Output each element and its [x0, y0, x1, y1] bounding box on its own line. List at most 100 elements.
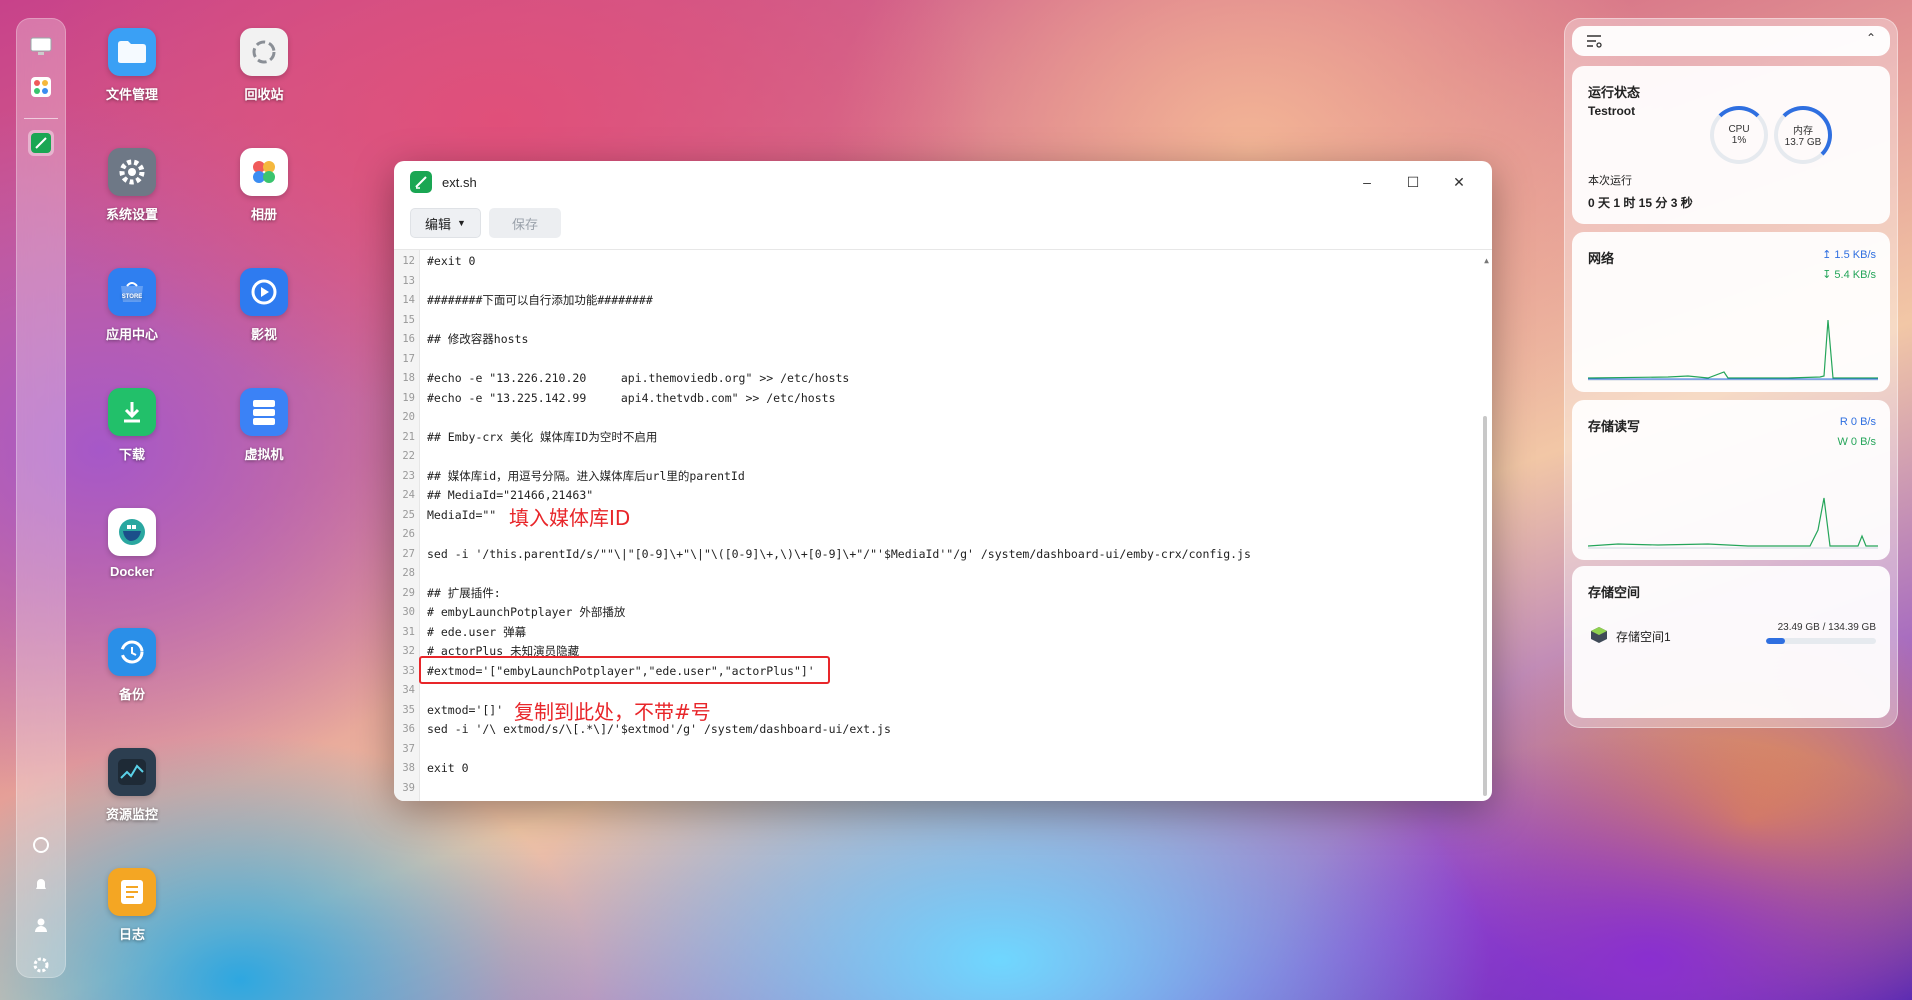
minimize-button[interactable]: –	[1344, 169, 1390, 195]
window-title: ext.sh	[442, 174, 477, 190]
annotation-media-id: 填入媒体库ID	[509, 506, 631, 530]
line-number: 23	[402, 469, 415, 482]
upload-speed: ↥ 1.5 KB/s	[1822, 249, 1876, 261]
desktop-icon-log[interactable]: 日志	[77, 868, 187, 943]
code-text: sed -i '/this.parentId/s/""\|"[0-9]\+"\|…	[427, 546, 1251, 561]
widget-settings-icon[interactable]	[1586, 34, 1602, 53]
code-text: #exit 0	[427, 254, 476, 268]
cpu-ring: CPU 1%	[1710, 106, 1768, 164]
desktop-icon-label: 系统设置	[105, 207, 158, 222]
line-number: 21	[402, 430, 415, 443]
line-number: 25	[402, 508, 415, 521]
close-button[interactable]: ✕	[1436, 169, 1482, 195]
chevron-down-icon: ▼	[457, 218, 466, 228]
settings-icon[interactable]	[28, 952, 54, 978]
video-icon	[240, 268, 288, 316]
folder-icon	[108, 28, 156, 76]
editor-app-icon[interactable]	[28, 130, 54, 156]
download-icon	[108, 388, 156, 436]
code-text: ########下面可以自行添加功能########	[427, 293, 653, 307]
vm-icon	[240, 388, 288, 436]
disk-icon	[1590, 626, 1608, 649]
desktop-icon-gear[interactable]: 系统设置	[77, 148, 187, 223]
line-number: 32	[402, 645, 415, 657]
save-button[interactable]: 保存	[488, 208, 561, 238]
disk-io-title: 存储读写	[1588, 419, 1641, 434]
line-number: 29	[402, 586, 415, 599]
code-text: ## 修改容器hosts	[427, 332, 529, 346]
disk-io-widget: 存储读写 R 0 B/s W 0 B/s	[1572, 400, 1890, 560]
apps-grid-icon[interactable]	[28, 74, 54, 100]
read-speed: R 0 B/s	[1839, 416, 1876, 428]
line-number: 22	[402, 450, 415, 462]
line-number: 17	[402, 352, 415, 365]
line-number: 37	[402, 742, 415, 755]
desktop-icon-photos[interactable]: 相册	[209, 148, 319, 223]
write-speed: W 0 B/s	[1837, 436, 1876, 448]
line-number: 26	[402, 528, 415, 540]
desktop-icon-label: 下载	[118, 447, 145, 462]
desktop-icon-label: 应用中心	[105, 327, 158, 342]
line-number: 28	[402, 567, 415, 579]
line-number: 20	[402, 411, 415, 423]
desktop-icon-label: 相册	[250, 207, 277, 222]
line-number: 27	[402, 547, 415, 560]
edit-menu-button[interactable]: 编辑 ▼	[410, 208, 481, 238]
maximize-button[interactable]: ☐	[1390, 169, 1436, 195]
status-title: 运行状态	[1588, 85, 1641, 100]
dock-sidebar	[16, 18, 66, 978]
desktop-icon-download[interactable]: 下载	[77, 388, 187, 463]
cpu-label: CPU	[1728, 124, 1750, 135]
line-number: 24	[402, 489, 415, 501]
memory-label: 内存	[1793, 126, 1813, 137]
backup-icon	[108, 628, 156, 676]
memory-value: 13.7 GB	[1784, 137, 1822, 148]
status-widget: 运行状态 Testroot 本次运行 0 天 1 时 15 分 3 秒 CPU …	[1572, 66, 1890, 224]
vertical-scrollbar[interactable]: ▲	[1481, 256, 1489, 796]
photos-icon	[240, 148, 288, 196]
monitor-chart-icon	[108, 748, 156, 796]
recycle-bin-icon	[240, 28, 288, 76]
help-icon[interactable]	[28, 832, 54, 858]
code-editor[interactable]: 12 #exit 0 13 14 ########下面可以自行添加功能######## 1…	[394, 249, 1492, 801]
code-text: extmod='[]'	[427, 702, 504, 717]
line-number: 33	[402, 664, 415, 677]
line-number: 16	[402, 333, 415, 345]
network-title: 网络	[1588, 251, 1615, 266]
bell-icon[interactable]	[28, 872, 54, 898]
storage-widget: 存储空间 存储空间1 23.49 GB / 134.39 GB	[1572, 566, 1890, 718]
highlight-box	[419, 656, 830, 684]
user-icon[interactable]	[28, 912, 54, 938]
code-text: #echo -e "13.225.142.99 api4.thetvdb.com…	[427, 390, 836, 405]
uptime-value: 0 天 1 时 15 分 3 秒	[1588, 196, 1693, 210]
desktop-icon-backup[interactable]: 备份	[77, 628, 187, 703]
storage-usage: 23.49 GB / 134.39 GB	[1777, 622, 1876, 633]
desktop-icon-store[interactable]: STORE 应用中心	[77, 268, 187, 343]
network-widget: 网络 ↥ 1.5 KB/s ↧ 5.4 KB/s	[1572, 232, 1890, 392]
line-number: 18	[402, 372, 415, 384]
line-number: 36	[402, 723, 415, 735]
code-text: #echo -e "13.226.210.20 api.themoviedb.o…	[427, 371, 850, 385]
desktop-icon-label: 回收站	[244, 87, 284, 102]
desktop-icon-recycle-bin[interactable]: 回收站	[209, 28, 319, 103]
annotation-copy-here: 复制到此处，不带#号	[514, 700, 711, 724]
line-number: 31	[402, 625, 415, 638]
desktop-icon-label: 文件管理	[105, 87, 158, 102]
desktop-icon-video[interactable]: 影视	[209, 268, 319, 343]
desktop-icon-vm[interactable]: 虚拟机	[209, 388, 319, 463]
line-number: 34	[402, 684, 415, 696]
monitor-icon[interactable]	[28, 34, 54, 60]
svg-text:STORE: STORE	[122, 294, 143, 300]
editor-app-icon	[410, 171, 432, 193]
line-number: 12	[402, 255, 415, 267]
collapse-icon[interactable]: ⌃	[1866, 31, 1876, 45]
line-number: 13	[402, 274, 415, 287]
desktop-icon-monitor-chart[interactable]: 资源监控	[77, 748, 187, 823]
desktop-icon-folder[interactable]: 文件管理	[77, 28, 187, 103]
window-titlebar[interactable]: ext.sh – ☐ ✕	[394, 161, 1492, 203]
line-number: 15	[402, 313, 415, 326]
desktop-icon-docker[interactable]: Docker	[77, 508, 187, 579]
code-text: ## 扩展插件:	[427, 585, 501, 600]
line-number: 19	[402, 391, 415, 404]
uptime-label: 本次运行	[1588, 175, 1632, 187]
